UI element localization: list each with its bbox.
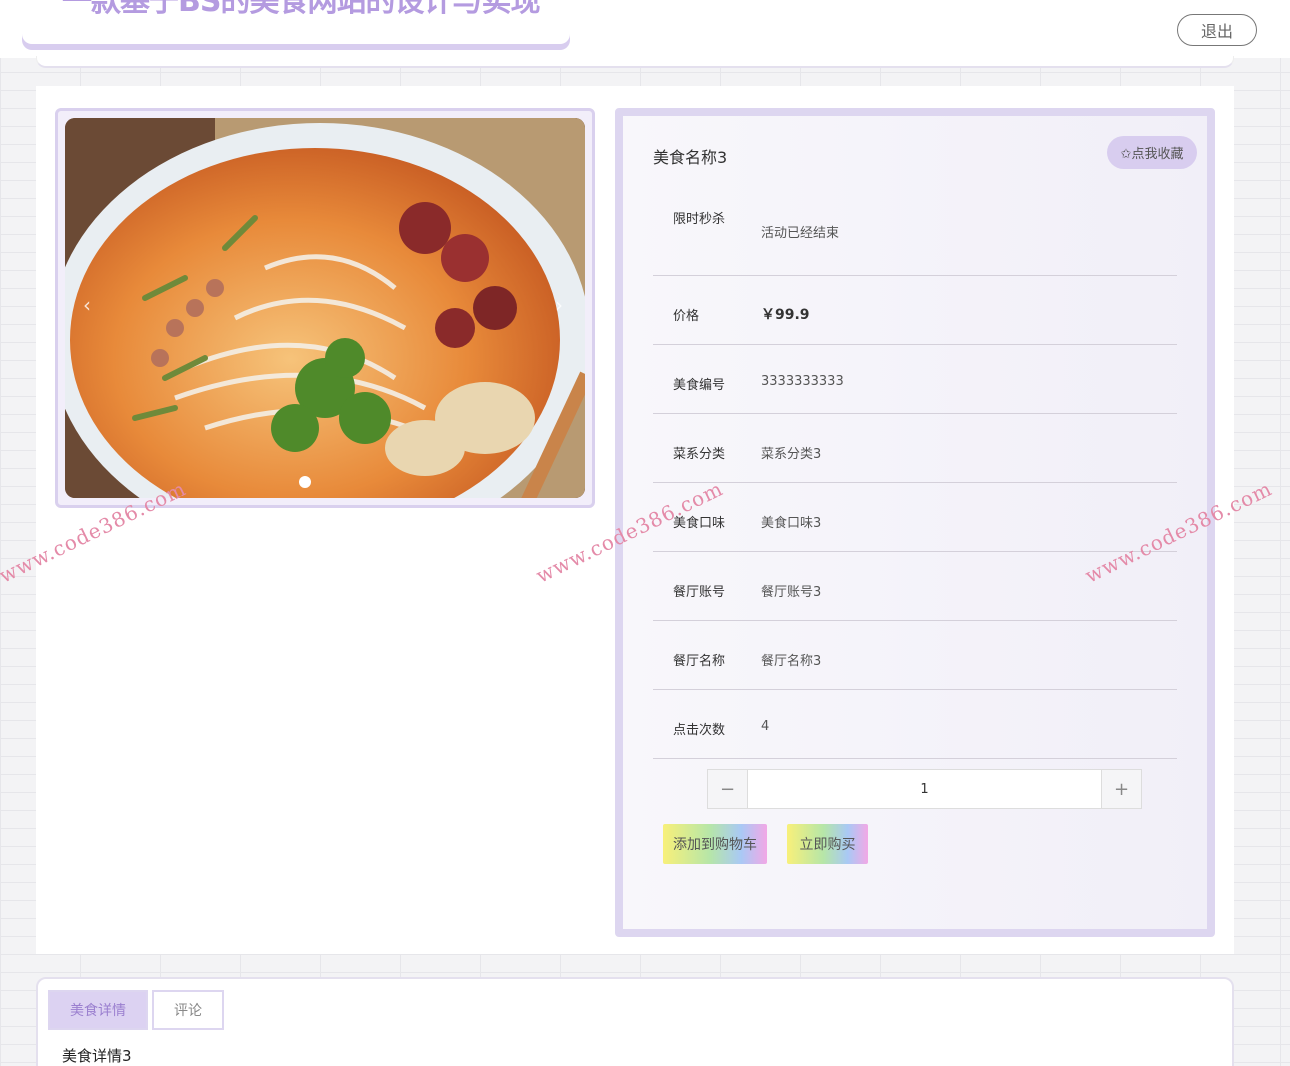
food-info-panel: 美食名称3 ✩点我收藏 限时秒杀 活动已经结束 价格 ￥99.9 美食编号 33…	[615, 108, 1215, 937]
info-value: 3333333333	[761, 374, 844, 389]
header: 一款基于BS的美食网站的设计与实现 退出	[0, 0, 1290, 58]
quantity-stepper: − +	[707, 769, 1142, 809]
info-label: 美食编号	[673, 378, 726, 393]
info-row-flash-sale: 限时秒杀 活动已经结束	[653, 188, 1177, 276]
info-value: 活动已经结束	[761, 226, 840, 241]
info-row-flavor: 美食口味 美食口味3	[653, 483, 1177, 552]
info-value: 餐厅名称3	[761, 654, 822, 669]
info-label: 点击次数	[673, 723, 726, 738]
tab-food-detail[interactable]: 美食详情	[48, 990, 148, 1030]
info-label: 菜系分类	[673, 447, 726, 462]
tab-comments[interactable]: 评论	[152, 990, 224, 1030]
info-value: 美食口味3	[761, 516, 822, 531]
image-carousel: ‹ ›	[55, 108, 595, 508]
info-row-restaurant-name: 餐厅名称 餐厅名称3	[653, 621, 1177, 690]
carousel-next-arrow[interactable]: ›	[555, 293, 563, 317]
info-label: 餐厅账号	[673, 585, 726, 600]
header-divider	[36, 56, 1234, 68]
quantity-input[interactable]	[748, 770, 1101, 808]
title-box: 一款基于BS的美食网站的设计与实现	[22, 0, 570, 44]
info-value: 菜系分类3	[761, 447, 822, 462]
logout-button[interactable]: 退出	[1177, 14, 1257, 46]
info-row-price: 价格 ￥99.9	[653, 276, 1177, 345]
price-value: ￥99.9	[761, 307, 810, 323]
detail-tabs-panel: 美食详情 评论 美食详情3	[36, 977, 1234, 1066]
food-name: 美食名称3	[653, 148, 728, 167]
info-value: 4	[761, 719, 770, 734]
site-title: 一款基于BS的美食网站的设计与实现	[62, 0, 540, 19]
info-value: 餐厅账号3	[761, 585, 822, 600]
info-row-clicks: 点击次数 4	[653, 690, 1177, 759]
food-photo-image	[65, 118, 585, 498]
quantity-decrease-button[interactable]: −	[708, 770, 748, 808]
info-row-restaurant-account: 餐厅账号 餐厅账号3	[653, 552, 1177, 621]
food-photo: ‹ ›	[65, 118, 585, 498]
info-label: 美食口味	[673, 516, 726, 531]
food-detail-text: 美食详情3	[62, 1047, 132, 1065]
add-to-cart-button[interactable]: 添加到购物车	[663, 824, 767, 864]
buy-now-button[interactable]: 立即购买	[787, 824, 868, 864]
carousel-prev-arrow[interactable]: ‹	[83, 293, 91, 317]
info-row-cuisine: 菜系分类 菜系分类3	[653, 414, 1177, 483]
favorite-button[interactable]: ✩点我收藏	[1107, 136, 1197, 169]
info-label: 餐厅名称	[673, 654, 726, 669]
info-label: 价格	[673, 309, 700, 324]
info-label: 限时秒杀	[673, 212, 726, 227]
carousel-indicator-dot[interactable]	[299, 476, 311, 488]
quantity-increase-button[interactable]: +	[1101, 770, 1141, 808]
info-row-food-id: 美食编号 3333333333	[653, 345, 1177, 414]
